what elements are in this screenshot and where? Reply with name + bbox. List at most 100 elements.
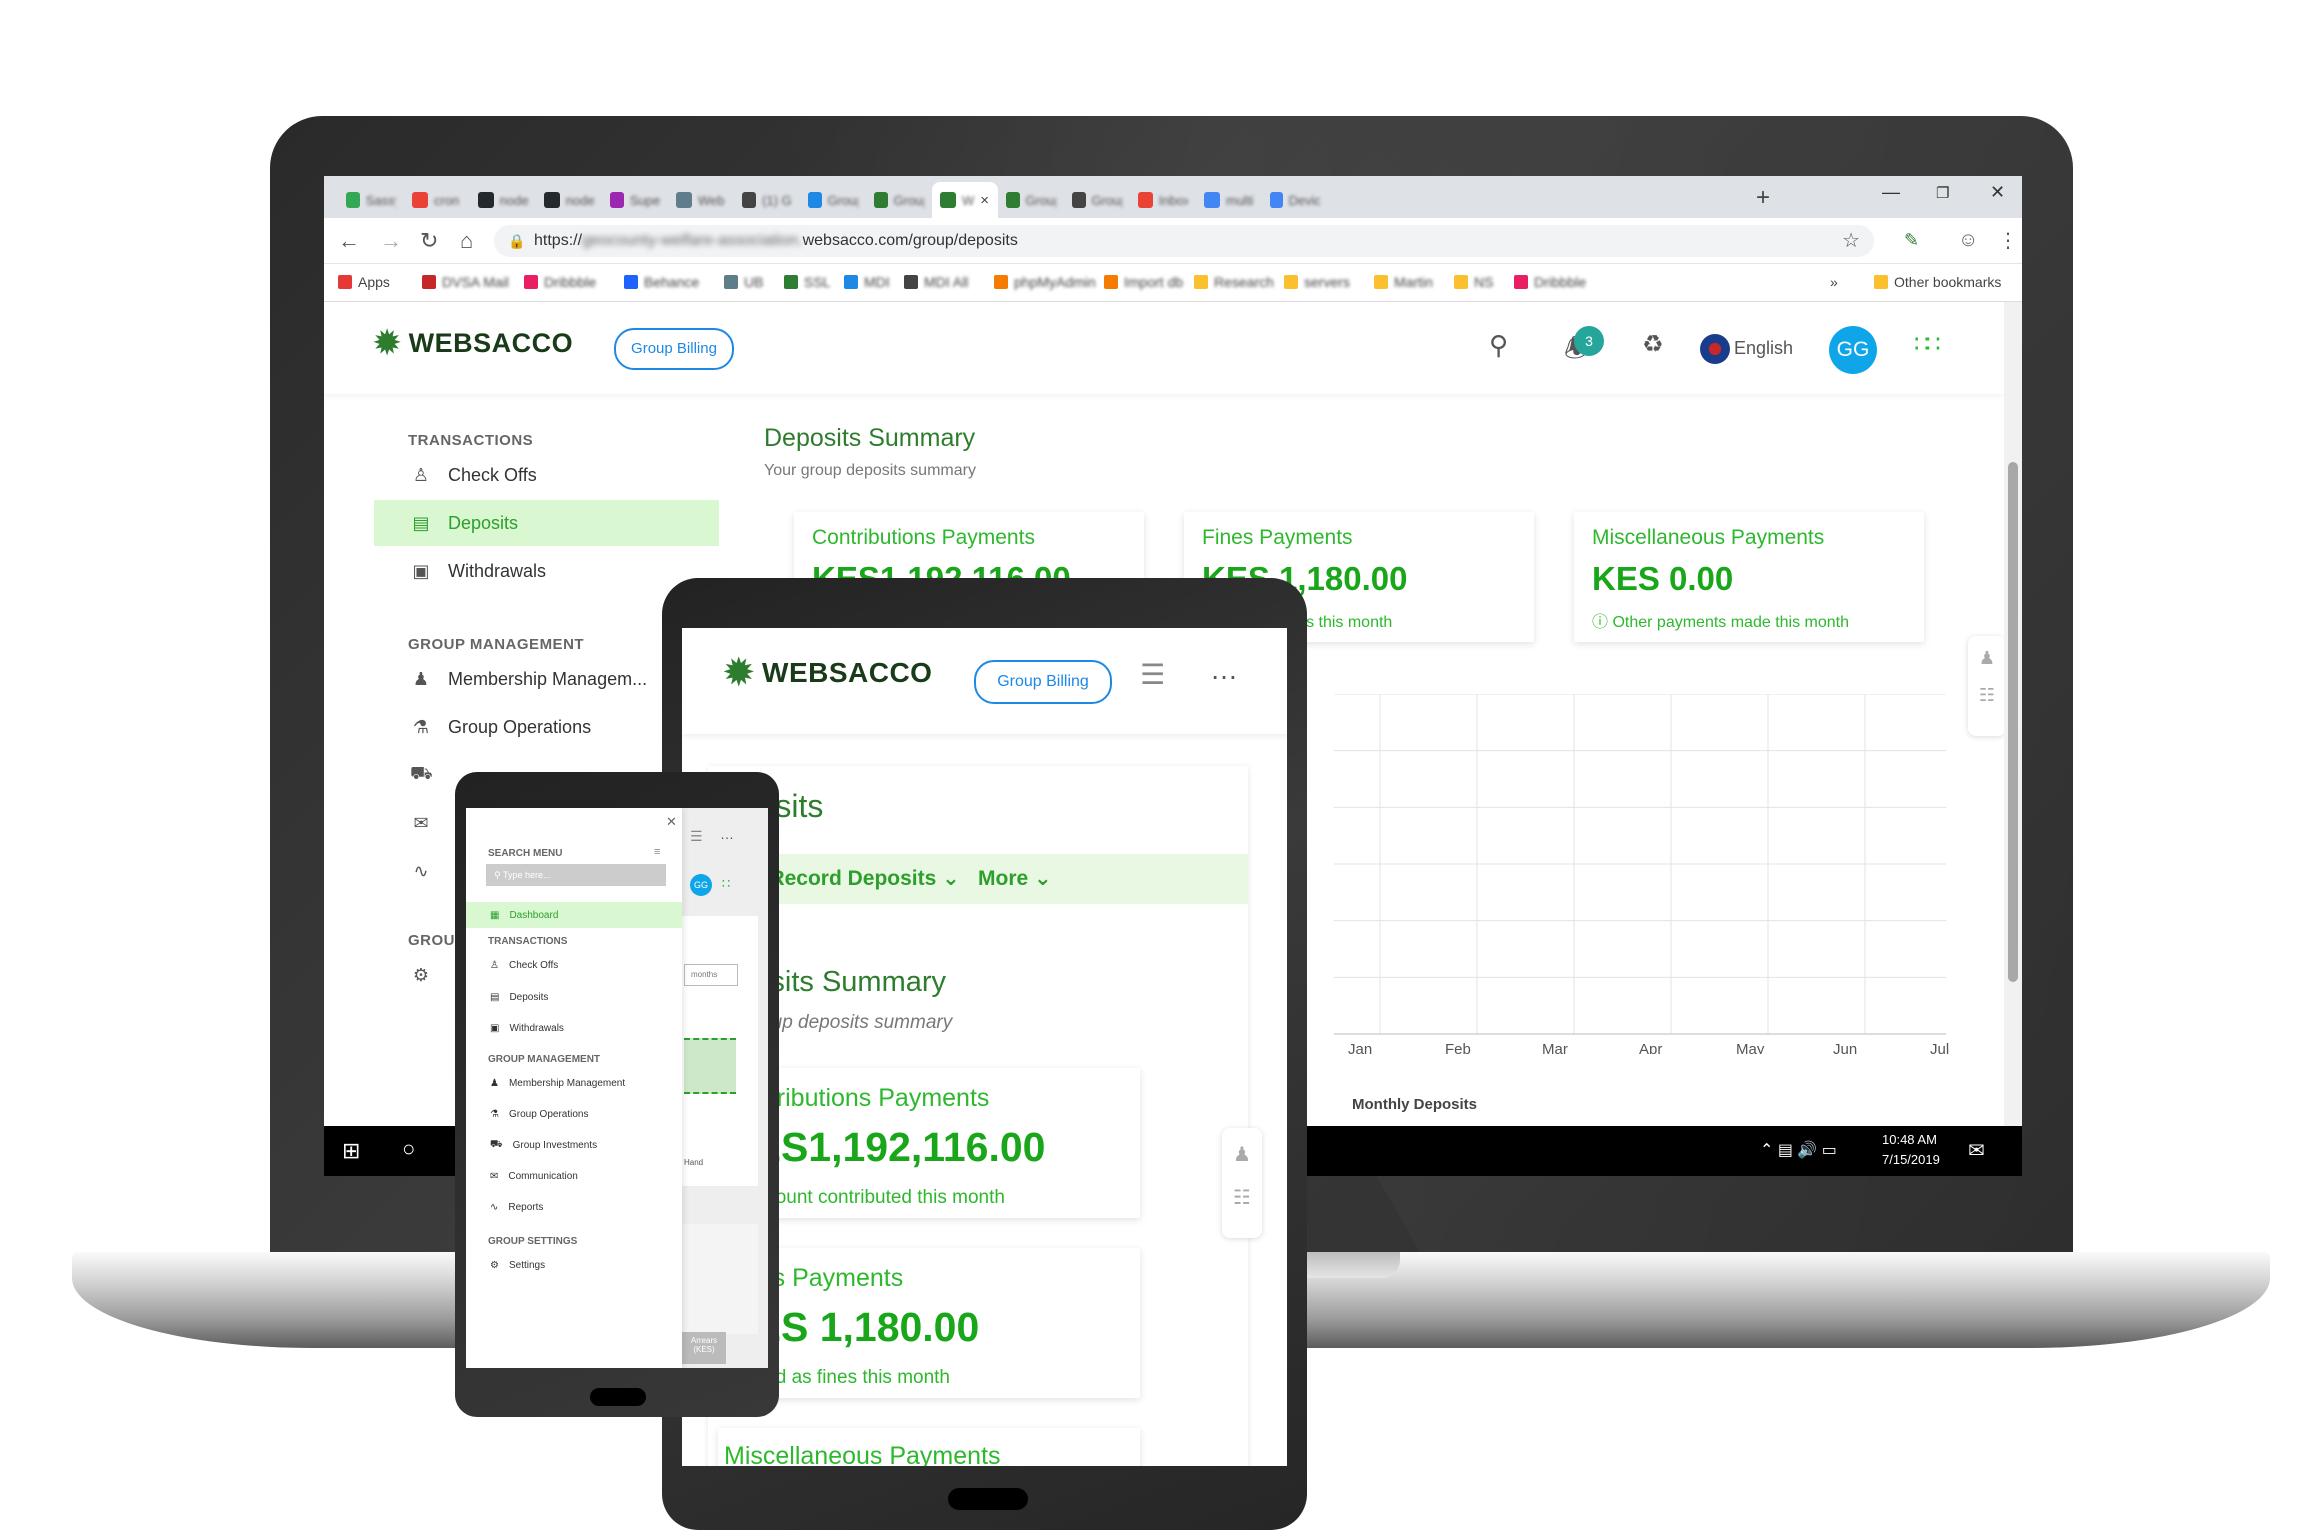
apps-grid-icon[interactable]: ∷ — [722, 876, 730, 892]
bookmark-item[interactable]: Dribbble — [1514, 274, 1586, 290]
phone-menu-deposits[interactable]: ▤ Deposits — [466, 984, 682, 1010]
websacco-logo[interactable]: ✹ WEBSACCO — [372, 322, 573, 364]
bookmark-label: NS — [1474, 274, 1494, 290]
star-icon[interactable]: ☆ — [1842, 225, 1860, 257]
browser-tab[interactable]: (1) Gr — [734, 182, 800, 218]
close-window-button[interactable]: ✕ — [1990, 182, 2005, 203]
phone-menu-membership[interactable]: ♟ Membership Management — [466, 1070, 682, 1096]
more-bookmarks-icon[interactable]: » — [1830, 274, 1838, 290]
phone-menu-check-offs[interactable]: ♙ Check Offs — [466, 952, 682, 978]
browser-tab-bar: Sassy cron node node Super Web (1) Gr Group Grou… — [324, 176, 2022, 218]
bookmark-item[interactable]: Martin — [1374, 274, 1433, 290]
group-billing-pill[interactable]: Group Billing — [974, 660, 1112, 704]
phone-menu-settings[interactable]: ⚙ Settings — [466, 1252, 682, 1278]
language-selector[interactable]: English — [1734, 338, 1793, 359]
hamburger-icon[interactable]: ☰ — [1140, 658, 1165, 691]
browser-menu-icon[interactable]: ⋮ — [1998, 228, 2018, 253]
calendar-icon[interactable]: ☷ — [1222, 1185, 1262, 1210]
tablet-logo[interactable]: ✹ WEBSACCO — [722, 650, 932, 696]
browser-tab[interactable]: W × — [932, 182, 998, 218]
bookmark-favicon-icon — [1374, 275, 1388, 289]
phone-home-button[interactable] — [590, 1388, 646, 1406]
bookmark-item[interactable]: Dribbble — [524, 274, 596, 290]
other-bookmarks[interactable]: Other bookmarks — [1874, 274, 2001, 290]
back-icon[interactable]: ← — [338, 228, 360, 254]
more-dots-icon[interactable]: … — [1210, 654, 1238, 686]
bookmark-item[interactable]: NS — [1454, 274, 1493, 290]
bookmark-item[interactable]: Research — [1194, 274, 1274, 290]
browser-tab[interactable]: node — [470, 182, 536, 218]
extension-icon[interactable]: ✎ — [1904, 230, 1919, 251]
close-icon[interactable]: ✕ — [666, 814, 677, 830]
bookmark-item[interactable]: DVSA Mail — [422, 274, 509, 290]
hamburger-icon[interactable]: ☰ — [690, 828, 703, 845]
reload-icon[interactable]: ↻ — [420, 228, 438, 254]
action-center-icon[interactable]: ✉ — [1968, 1138, 1985, 1163]
browser-tab[interactable]: node — [536, 182, 602, 218]
phone-menu-dashboard[interactable]: ▦ Dashboard — [466, 902, 682, 928]
new-tab-button[interactable]: + — [1756, 184, 1770, 212]
more-dots-icon[interactable]: … — [720, 826, 734, 842]
windows-start-icon[interactable]: ⊞ — [342, 1138, 360, 1164]
tablet-home-button[interactable] — [948, 1488, 1028, 1510]
more-button[interactable]: More ⌄ — [978, 866, 1052, 891]
browser-tab[interactable]: Group — [998, 182, 1064, 218]
phone-menu-group-investments[interactable]: ⛟ Group Investments — [466, 1132, 682, 1158]
browser-tab[interactable]: Device — [1262, 182, 1328, 218]
tray-icons[interactable]: ⌃ ▤ 🔊 ▭ — [1760, 1140, 1837, 1160]
months-filter[interactable]: months — [684, 964, 738, 986]
restore-button[interactable]: ❐ — [1936, 184, 1949, 202]
bookmark-favicon-icon — [422, 275, 436, 289]
browser-tab[interactable]: cron — [404, 182, 470, 218]
scrollbar-thumb[interactable] — [2008, 462, 2018, 982]
home-icon[interactable]: ⌂ — [460, 228, 473, 254]
phone-menu-withdrawals[interactable]: ▣ Withdrawals — [466, 1015, 682, 1041]
record-deposits-label: Record Deposits — [769, 867, 937, 890]
browser-tab[interactable]: multi — [1196, 182, 1262, 218]
bookmark-item[interactable]: Import db — [1104, 274, 1183, 290]
browser-tab[interactable]: Group — [800, 182, 866, 218]
apps-grid-icon[interactable]: ∷∷ — [1914, 330, 1940, 359]
sidebar-item-deposits[interactable]: ▤ Deposits — [374, 500, 719, 546]
browser-tab[interactable]: Inbox — [1130, 182, 1196, 218]
bookmark-item[interactable]: phpMyAdmin — [994, 274, 1096, 290]
sidebar-item-check-offs[interactable]: ♙ Check Offs — [374, 452, 719, 498]
phone-menu-reports[interactable]: ∿ Reports — [466, 1194, 682, 1220]
phone-menu-communication[interactable]: ✉ Communication — [466, 1163, 682, 1189]
bookmark-item[interactable]: servers — [1284, 274, 1350, 290]
url-field[interactable]: 🔒 https://geocounty-welfare-association.… — [494, 225, 1874, 257]
browser-tab[interactable]: Super — [602, 182, 668, 218]
tablet-action-bar: ✚ Record Deposits ⌄ More ⌄ — [708, 854, 1248, 904]
profile-icon[interactable]: ☺ — [1958, 229, 1978, 252]
avatar[interactable]: GG — [690, 874, 712, 896]
browser-tab[interactable]: Group — [1064, 182, 1130, 218]
menu-label: Check Offs — [508, 959, 559, 971]
search-icon[interactable]: ⚲ — [1489, 330, 1508, 361]
members-icon[interactable]: ♟ — [1968, 648, 2006, 669]
sync-icon[interactable]: ♻ — [1642, 330, 1664, 359]
minimize-button[interactable]: — — [1882, 182, 1900, 203]
forward-icon[interactable]: → — [380, 228, 402, 254]
bookmark-item[interactable]: Behance — [624, 274, 699, 290]
bookmark-item[interactable]: MDI — [844, 274, 890, 290]
cortana-icon[interactable]: ○ — [402, 1136, 415, 1162]
scrollbar[interactable] — [2004, 302, 2022, 1126]
bookmark-item[interactable]: MDI All — [904, 274, 968, 290]
menu-collapse-icon[interactable]: ≡ — [654, 846, 660, 858]
calendar-icon[interactable]: ☷ — [1968, 685, 2006, 706]
browser-tab[interactable]: Web — [668, 182, 734, 218]
group-billing-pill[interactable]: Group Billing — [614, 328, 734, 370]
card-title: Contributions Payments — [812, 526, 1035, 549]
apps-bookmark[interactable]: Apps — [338, 274, 390, 290]
phone-search-input[interactable]: ⚲ Type here... — [486, 864, 666, 886]
bookmark-item[interactable]: SSL — [784, 274, 830, 290]
browser-tab[interactable]: Group — [866, 182, 932, 218]
sidebar-item-withdrawals[interactable]: ▣ Withdrawals — [374, 548, 719, 594]
browser-tab[interactable]: Sassy — [338, 182, 404, 218]
tab-close-icon[interactable]: × — [980, 192, 989, 209]
users-check-icon: ♙ — [412, 464, 430, 485]
members-icon[interactable]: ♟ — [1222, 1142, 1262, 1167]
avatar[interactable]: GG — [1829, 326, 1877, 374]
bookmark-item[interactable]: UB — [724, 274, 763, 290]
phone-menu-group-operations[interactable]: ⚗ Group Operations — [466, 1101, 682, 1127]
